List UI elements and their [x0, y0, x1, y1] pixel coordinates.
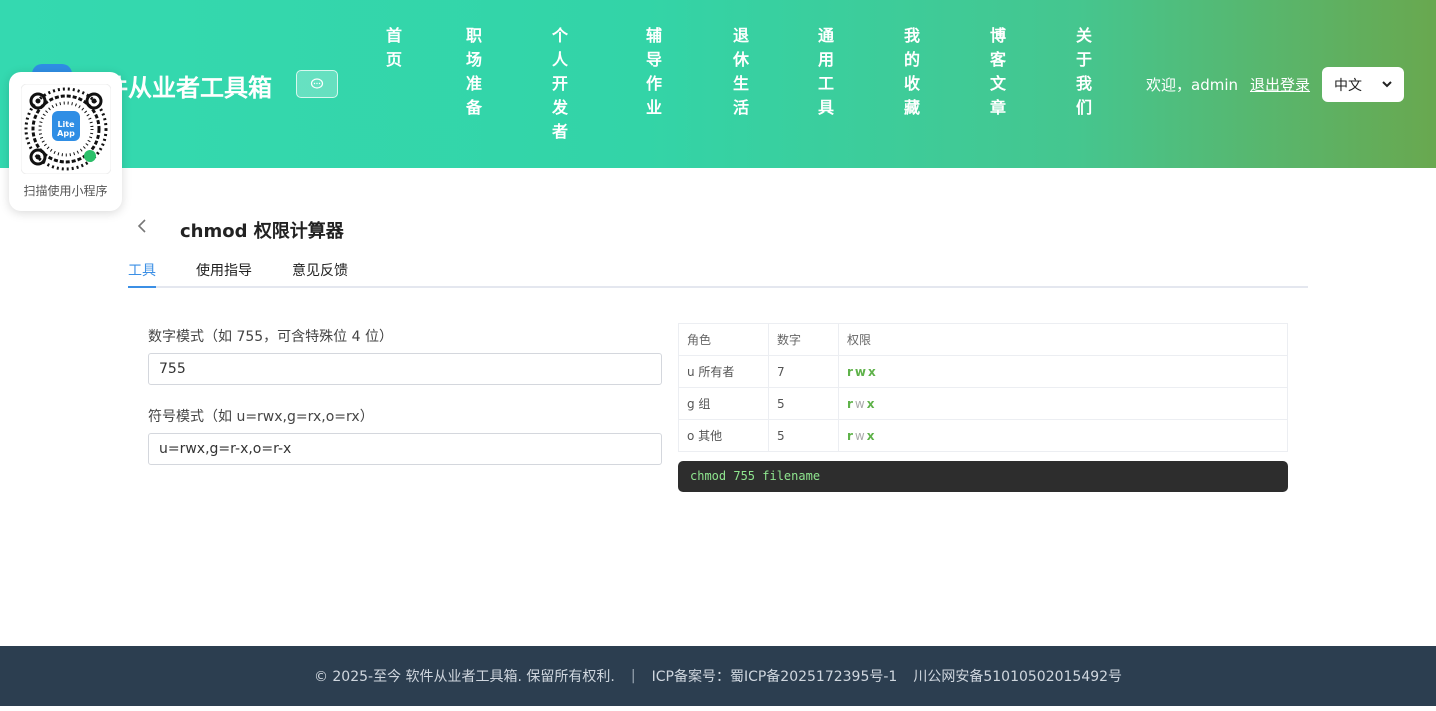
table-header-row: 角色 数字 权限 [678, 323, 1288, 356]
symbolic-mode-input[interactable] [148, 433, 662, 465]
tab-guide[interactable]: 使用指导 [196, 260, 252, 288]
permission-flag: w [854, 364, 867, 379]
nav-retirement[interactable]: 退休生活 [730, 24, 752, 120]
chevron-down-icon [1382, 81, 1392, 88]
brand-title[interactable]: 件从业者工具箱 [104, 68, 272, 103]
permission-table: 角色 数字 权限 u 所有者 7 r w x g 组5rwxo 其他 5 r w x [678, 323, 1288, 452]
permission-flag: r [847, 396, 853, 411]
permission-cell: rwx [838, 387, 1288, 420]
qr-caption: 扫描使用小程序 [23, 184, 108, 198]
permission-flag: w [854, 396, 865, 411]
permission-flag: x [866, 396, 875, 411]
chat-button[interactable] [296, 70, 338, 98]
site-footer: © 2025-至今 软件从业者工具箱. 保留所有权利. | ICP备案号：蜀IC… [0, 646, 1436, 706]
nav-homework[interactable]: 辅导作业 [643, 24, 665, 120]
col-role: 角色 [678, 323, 769, 356]
footer-gongan-link[interactable]: 川公网安备51010502015492号 [913, 666, 1122, 686]
chevron-left-icon [137, 219, 146, 233]
nav-about[interactable]: 关于我们 [1073, 24, 1095, 120]
footer-separator: | [630, 668, 636, 684]
permission-flag: x [866, 428, 875, 443]
logout-link[interactable]: 退出登录 [1250, 74, 1310, 95]
footer-icp-link[interactable]: ICP备案号：蜀ICP备2025172395号-1 [652, 666, 898, 686]
permission-flag: r [847, 364, 853, 379]
miniprogram-qr-card[interactable]: Lite App 扫描使用小程序 [9, 72, 122, 211]
nav-blog[interactable]: 博客文章 [987, 24, 1009, 120]
footer-copyright: © 2025-至今 软件从业者工具箱. 保留所有权利. [313, 669, 615, 685]
page-title: chmod 权限计算器 [180, 221, 344, 242]
role-cell: o 其他 [678, 419, 769, 452]
digit-cell: 5 [768, 387, 839, 420]
digit-cell: 5 [768, 419, 839, 452]
tab-bar: 工具 使用指导 意见反馈 [128, 258, 1308, 288]
nav-home[interactable]: 首页 [383, 24, 405, 72]
language-select[interactable]: 中文 [1322, 67, 1404, 102]
back-button[interactable] [137, 218, 147, 237]
numeric-mode-input[interactable] [148, 353, 662, 385]
site-header: 件从业者工具箱 首页 职场准备 个人开发者 辅导作业 退休生活 通用工具 我的收… [0, 0, 1436, 168]
permission-cell: rwx [838, 419, 1288, 452]
symbolic-mode-label: 符号模式（如 u=rwx,g=rx,o=rx） [148, 409, 374, 425]
digit-cell: 7 [768, 355, 839, 388]
permission-cell: rwx [838, 355, 1288, 388]
col-digit: 数字 [768, 323, 839, 356]
permission-flag: r [847, 428, 853, 443]
table-row: g 组5rwx [678, 387, 1288, 420]
tab-feedback[interactable]: 意见反馈 [292, 260, 348, 288]
chmod-command-output[interactable]: chmod 755 filename [678, 461, 1288, 492]
role-cell: u 所有者 [678, 355, 769, 388]
nav-general-tools[interactable]: 通用工具 [815, 24, 837, 120]
role-cell: g 组 [678, 387, 769, 420]
tab-tool[interactable]: 工具 [128, 260, 156, 288]
permission-flag: w [854, 428, 865, 443]
numeric-mode-label: 数字模式（如 755，可含特殊位 4 位） [148, 329, 393, 345]
welcome-text: 欢迎，admin [1146, 76, 1238, 94]
chat-bubble-icon [310, 78, 324, 89]
nav-career[interactable]: 职场准备 [463, 24, 485, 120]
qr-logo-text: Lite App [57, 120, 75, 138]
nav-indie-dev[interactable]: 个人开发者 [549, 24, 571, 144]
table-row: u 所有者 7 r w x [678, 355, 1288, 388]
nav-favorites[interactable]: 我的收藏 [901, 24, 923, 120]
permission-flag: x [868, 364, 876, 379]
table-row: o 其他 5 r w x [678, 419, 1288, 452]
col-permission: 权限 [838, 323, 1288, 356]
language-value: 中文 [1334, 77, 1362, 94]
